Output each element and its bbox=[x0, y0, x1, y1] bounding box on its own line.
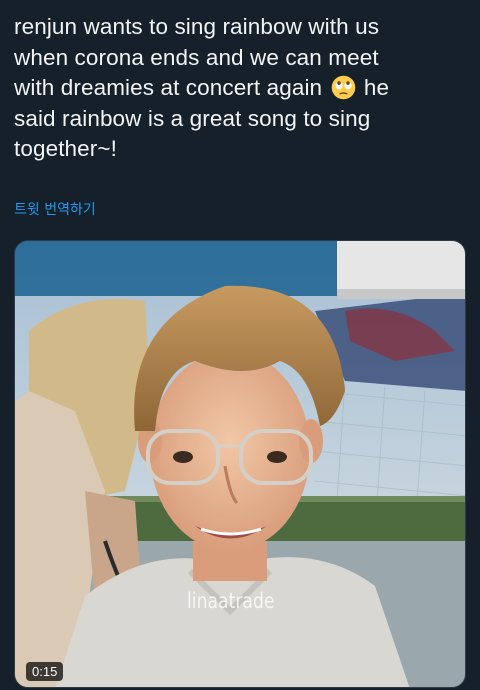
tweet-text-part-1: renjun wants to sing rainbow with us whe… bbox=[14, 14, 380, 100]
video-watermark: linaatrade bbox=[187, 589, 275, 613]
translate-tweet-link[interactable]: 트윗 번역하기 bbox=[14, 199, 96, 219]
video-duration-badge: 0:15 bbox=[26, 662, 64, 681]
tweet-text: renjun wants to sing rainbow with us whe… bbox=[14, 12, 470, 165]
video-frame bbox=[15, 241, 465, 687]
video-player[interactable]: linaatrade 0:15 bbox=[14, 240, 466, 688]
face-with-rolling-eyes-emoji bbox=[331, 75, 355, 100]
